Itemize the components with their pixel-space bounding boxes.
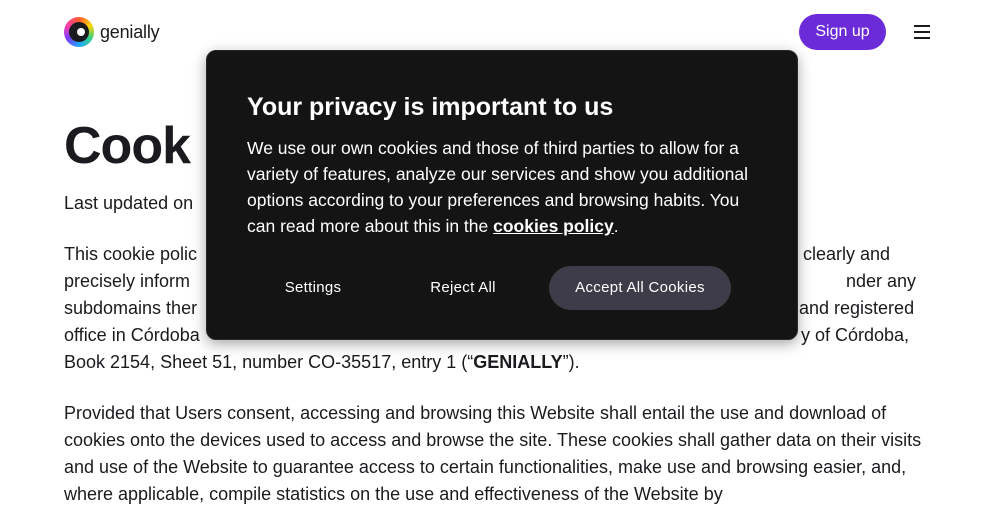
genially-bold-text: GENIALLY — [473, 352, 563, 372]
p1-line1-left: This cookie polic — [64, 244, 198, 264]
p1-line1-right: clearly and — [803, 244, 891, 264]
p1-line4-left: office in Córdoba — [64, 325, 200, 345]
p1-line3-left: subdomains ther — [64, 298, 198, 318]
cookie-policy-paragraph-2: Provided that Users consent, accessing a… — [64, 403, 922, 504]
logo-text: genially — [100, 21, 160, 42]
p1-line2-right: nder any — [846, 271, 917, 291]
cookie-consent-dialog: Your privacy is important to us We use o… — [206, 50, 798, 340]
p1-line4-right: y of Córdoba, — [801, 325, 910, 345]
reject-all-button[interactable]: Reject All — [412, 266, 514, 310]
page-title: Cook — [64, 117, 191, 175]
sign-up-button[interactable]: Sign up — [799, 14, 886, 50]
logo-link[interactable]: genially — [64, 17, 160, 47]
p1-line2-left: precisely inform — [64, 271, 191, 291]
cookies-policy-link[interactable]: cookies policy — [493, 216, 614, 236]
consent-body-end: . — [613, 216, 619, 236]
consent-body: We use our own cookies and those of thir… — [247, 135, 767, 239]
p1-line3-right: and registered — [799, 298, 915, 318]
menu-icon[interactable] — [912, 22, 932, 42]
settings-button[interactable]: Settings — [267, 266, 359, 310]
p1-line5-text: Book 2154, Sheet 51, number CO-35517, en… — [64, 352, 474, 372]
accept-all-cookies-button[interactable]: Accept All Cookies — [549, 266, 731, 310]
p1-line5-end: ”). — [562, 352, 580, 372]
consent-title: Your privacy is important to us — [247, 93, 614, 121]
genially-logo-icon — [64, 17, 94, 47]
last-updated-text: Last updated on — [64, 193, 194, 213]
